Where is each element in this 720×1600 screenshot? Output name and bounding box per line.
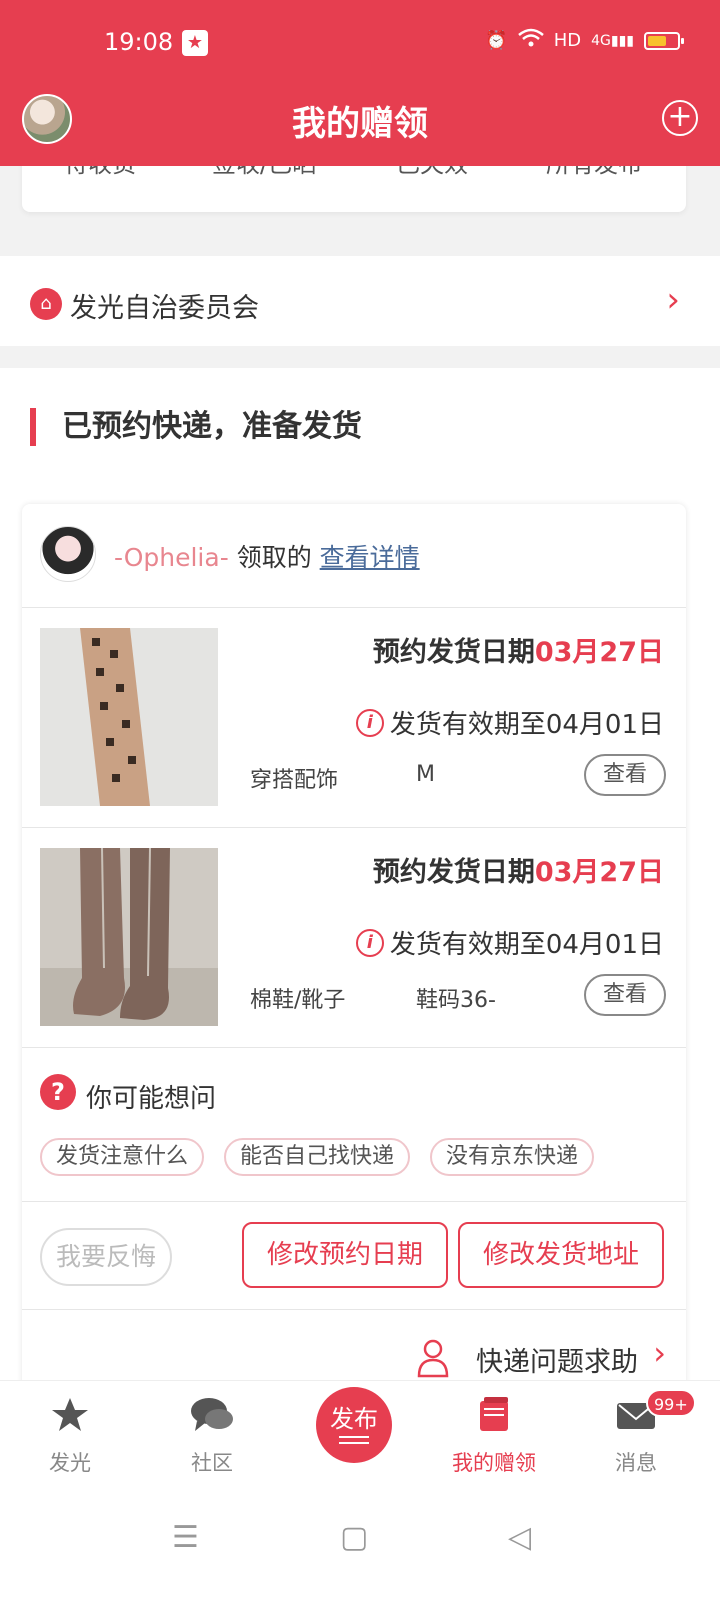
page-title: 我的赠领 [292,104,428,144]
home-icon[interactable]: ▢ [340,1520,368,1555]
section-title: 已预约快递，准备发货 [30,408,362,446]
ship-date: 预约发货日期03月27日 [372,857,664,888]
nav-item-my-gifts[interactable]: 我的赠领 [444,1393,544,1477]
change-date-button[interactable]: 修改预约日期 [242,1222,448,1288]
committee-row[interactable]: ⌂ 发光自治委员会 › [0,256,720,346]
status-time: 19:08 [104,28,174,56]
info-icon: i [355,708,384,737]
item-size: 鞋码36- [416,988,496,1013]
publish-label: 发布 [330,1405,378,1433]
status-bar: 19:08 ★ ⏰ HD 4G▮▮▮ [0,0,720,88]
view-button[interactable]: 查看 [584,974,666,1016]
ship-date: 预约发货日期03月27日 [372,637,664,668]
regret-button[interactable]: 我要反悔 [40,1228,172,1286]
view-button[interactable]: 查看 [584,754,666,796]
change-address-button[interactable]: 修改发货地址 [458,1222,664,1288]
valid-until: i 发货有效期至04月01日 [355,704,664,741]
question-icon: ? [40,1074,76,1110]
faq-chip[interactable]: 发货注意什么 [40,1138,205,1176]
app-notification-icon: ★ [182,30,208,56]
order-item: 预约发货日期03月27日 i 发货有效期至04月01日 穿搭配饰 M 查看 [22,608,686,828]
wifi-icon [517,28,544,53]
plus-circle-icon[interactable]: + [662,100,698,136]
courier-help-label: 快递问题求助 [476,1347,638,1378]
publish-button[interactable]: 发布 [316,1387,392,1463]
info-icon: i [355,928,384,957]
system-nav-bar: ☰ ▢ ◁ [0,1490,720,1600]
chevron-right-icon: › [666,280,680,320]
faq-chip[interactable]: 能否自己找快递 [224,1138,411,1176]
committee-icon: ⌂ [30,288,62,320]
app-header: 19:08 ★ ⏰ HD 4G▮▮▮ 我的赠领 + [0,0,720,166]
faq-chips: 发货注意什么 能否自己找快递 没有京东快递 [40,1138,595,1176]
menu-icon[interactable]: ☰ [172,1520,199,1555]
claimer-name[interactable]: -Ophelia- [114,543,229,572]
star-icon [52,1398,88,1431]
nav-label: 发光 [49,1451,91,1475]
nav-label: 社区 [191,1451,233,1475]
view-details-link[interactable]: 查看详情 [320,543,420,572]
battery-icon [644,31,684,50]
back-icon[interactable]: ◁ [508,1520,531,1555]
gift-book-icon [480,1397,508,1431]
nav-label: 消息 [615,1451,657,1475]
claimer-row: -Ophelia- 领取的 查看详情 [22,504,686,608]
unread-badge: 99+ [646,1389,696,1417]
network-type: HD [553,30,582,51]
nav-item-messages[interactable]: 消息 99+ [586,1389,696,1477]
item-size: M [416,762,435,787]
nav-item-community[interactable]: 社区 [162,1393,262,1477]
claimer-text: -Ophelia- 领取的 查看详情 [114,538,420,574]
person-icon [417,1339,449,1378]
item-category: 穿搭配饰 [250,768,339,793]
claimer-avatar[interactable] [40,526,96,582]
order-card: -Ophelia- 领取的 查看详情 预约发货日期03月27日 i 发货有效期至0… [22,504,686,1404]
main-content: 已预约快递，准备发货 -Ophelia- 领取的 查看详情 预约发货日期03月2… [0,368,720,1404]
alarm-icon: ⏰ [485,30,508,51]
order-item: 预约发货日期03月27日 i 发货有效期至04月01日 棉鞋/靴子 鞋码36- 查… [22,828,686,1048]
chat-bubbles-icon [191,1398,233,1431]
valid-until: i 发货有效期至04月01日 [355,924,664,961]
status-icons: ⏰ HD 4G▮▮▮ [485,28,684,53]
action-row: 我要反悔 修改预约日期 修改发货地址 [22,1202,686,1310]
chevron-right-icon: › [653,1334,666,1372]
committee-label: 发光自治委员会 [70,293,259,324]
claimed-label: 领取的 [236,543,312,572]
nav-label: 我的赠领 [452,1451,536,1475]
faq-title: 你可能想问 [86,1084,217,1114]
menu-lines-icon [339,1436,369,1444]
bottom-nav: 发光 社区 发布 我的赠领 消息 99+ [0,1380,720,1490]
faq-chip[interactable]: 没有京东快递 [430,1138,595,1176]
item-category: 棉鞋/靴子 [250,988,346,1013]
item-photo-scarf[interactable] [40,628,218,806]
item-photo-boots[interactable] [40,848,218,1026]
nav-item-shine[interactable]: 发光 [20,1393,120,1477]
faq-section: ? 你可能想问 发货注意什么 能否自己找快递 没有京东快递 [22,1048,686,1202]
signal-icon: 4G▮▮▮ [591,32,634,49]
